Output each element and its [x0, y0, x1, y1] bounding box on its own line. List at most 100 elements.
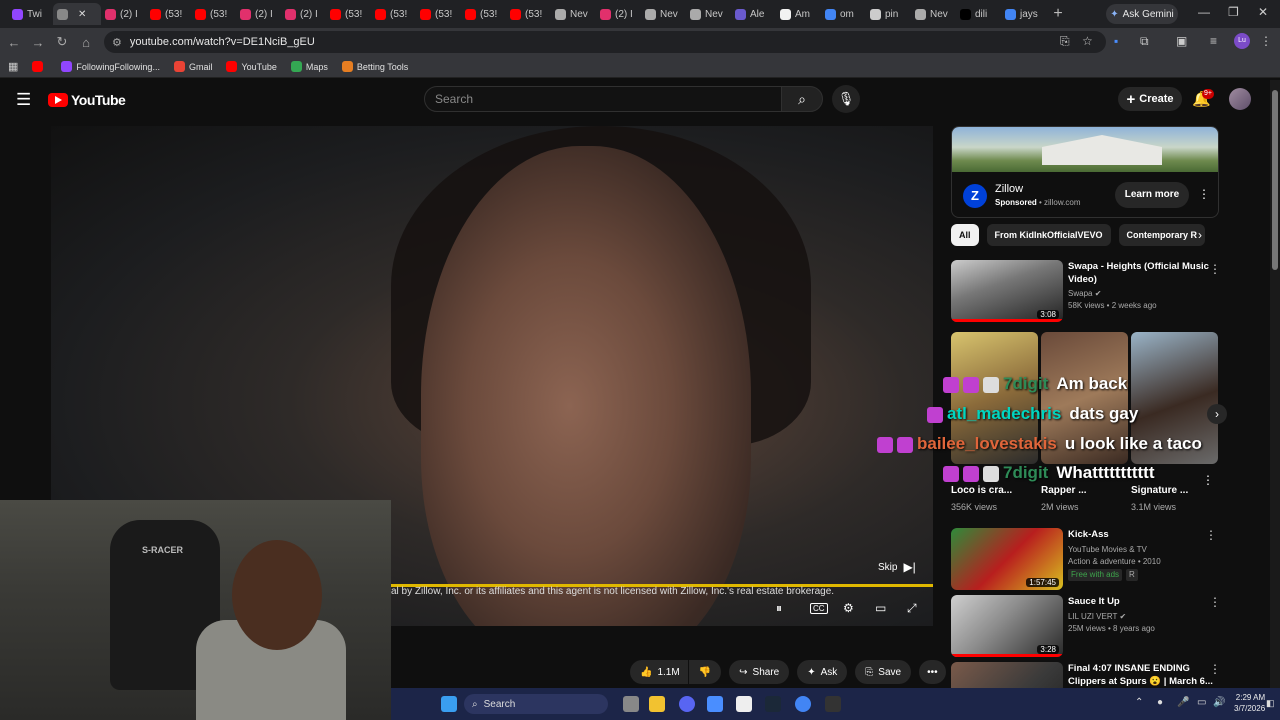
- short-title-1[interactable]: Rapper ...: [1041, 485, 1087, 496]
- share-button[interactable]: ↪ Share: [729, 660, 790, 684]
- browser-tab[interactable]: Ale: [731, 3, 776, 25]
- learn-more-button[interactable]: Learn more: [1115, 182, 1189, 208]
- media-controls-icon[interactable]: ≡: [1210, 34, 1217, 48]
- discord-icon[interactable]: [679, 696, 695, 712]
- steam-icon[interactable]: [765, 696, 781, 712]
- site-info-icon[interactable]: ⚙: [112, 36, 122, 49]
- browser-tab[interactable]: (53!: [191, 3, 236, 25]
- browser-tab[interactable]: pin: [866, 3, 911, 25]
- home-icon[interactable]: ⌂: [74, 35, 98, 50]
- browser-tab[interactable]: (2) I: [281, 3, 326, 25]
- browser-tab[interactable]: (2) I: [596, 3, 641, 25]
- more-actions-button[interactable]: •••: [919, 660, 946, 684]
- tray-app-icon[interactable]: ●: [1157, 697, 1163, 708]
- chrome-icon[interactable]: [795, 696, 811, 712]
- voice-search-button[interactable]: 🎙: [832, 85, 860, 113]
- rec-menu-icon[interactable]: ⋮: [1209, 262, 1221, 276]
- fullscreen-icon[interactable]: ⤢: [907, 601, 917, 616]
- maximize-icon[interactable]: ❐: [1228, 5, 1239, 19]
- bookmark-star-icon[interactable]: ☆: [1082, 34, 1093, 48]
- volume-icon[interactable]: 🔊: [1213, 697, 1225, 708]
- rec-title[interactable]: Swapa - Heights (Official Music Video): [1068, 260, 1216, 286]
- browser-tab[interactable]: (53!: [461, 3, 506, 25]
- rec-channel[interactable]: YouTube Movies & TV: [1068, 544, 1147, 556]
- rec-menu-icon[interactable]: ⋮: [1205, 528, 1217, 542]
- profile-avatar[interactable]: Lu: [1234, 33, 1250, 49]
- hamburger-menu-icon[interactable]: ☰: [16, 90, 31, 110]
- sponsored-ad-card[interactable]: Z Zillow Sponsored • zillow.com Learn mo…: [951, 126, 1219, 218]
- rec-menu-icon[interactable]: ⋮: [1209, 595, 1221, 609]
- bookmark-item[interactable]: Betting Tools: [341, 61, 408, 72]
- rec-item-swapa[interactable]: 3:08 Swapa - Heights (Official Music Vid…: [951, 260, 1251, 322]
- browser-tab[interactable]: (53!: [371, 3, 416, 25]
- rec-thumbnail[interactable]: 1:57:45: [951, 528, 1063, 590]
- rec-channel[interactable]: Swapa ✔: [1068, 288, 1101, 300]
- rec-channel[interactable]: LIL UZI VERT ✔: [1068, 611, 1126, 623]
- minimize-icon[interactable]: —: [1198, 5, 1210, 19]
- cast-icon[interactable]: ⎘: [1060, 34, 1070, 49]
- search-button[interactable]: ⌕: [781, 86, 823, 112]
- extensions-puzzle-icon[interactable]: ⧉: [1140, 34, 1149, 49]
- theater-mode-icon[interactable]: ▭: [875, 601, 886, 615]
- new-tab-icon[interactable]: +: [1046, 5, 1070, 23]
- microphone-tray-icon[interactable]: 🎤: [1177, 697, 1189, 708]
- reload-icon[interactable]: ↻: [50, 34, 74, 50]
- rec-thumbnail[interactable]: 3:08: [951, 260, 1063, 322]
- closed-captions-icon[interactable]: CC: [810, 603, 828, 614]
- tray-overflow-icon[interactable]: ⌃: [1135, 697, 1143, 708]
- chips-next-icon[interactable]: ›: [1198, 228, 1202, 242]
- close-window-icon[interactable]: ✕: [1258, 5, 1268, 19]
- browser-tab[interactable]: (2) I: [236, 3, 281, 25]
- rec-menu-icon[interactable]: ⋮: [1209, 662, 1221, 676]
- create-button[interactable]: + Create: [1118, 87, 1182, 111]
- taskbar-app-icon[interactable]: [707, 696, 723, 712]
- filter-chip[interactable]: All: [951, 224, 979, 246]
- filter-chip[interactable]: From KidInkOfficialVEVO: [986, 224, 1111, 246]
- apps-grid-icon[interactable]: ▦: [8, 60, 18, 73]
- file-explorer-icon[interactable]: [649, 696, 665, 712]
- back-icon[interactable]: ←: [2, 35, 26, 50]
- browser-tab[interactable]: Nev: [551, 3, 596, 25]
- browser-tab[interactable]: dili: [956, 3, 1001, 25]
- ask-gemini-button[interactable]: ✦ Ask Gemini: [1106, 4, 1178, 24]
- settings-gear-icon[interactable]: ⚙: [843, 601, 854, 615]
- skip-ad-button[interactable]: Skip ▶|: [878, 560, 916, 574]
- browser-tab[interactable]: Am: [776, 3, 821, 25]
- rec-title[interactable]: Final 4:07 INSANE ENDING Clippers at Spu…: [1068, 662, 1216, 688]
- browser-tab[interactable]: Twi: [8, 3, 53, 25]
- tab-close-icon[interactable]: ✕: [78, 9, 86, 20]
- rec-thumbnail[interactable]: [951, 662, 1063, 688]
- pause-icon[interactable]: ⏸: [776, 601, 782, 616]
- url-field[interactable]: ⚙ youtube.com/watch?v=DE1NciB_gEU: [104, 31, 1106, 53]
- rec-title[interactable]: Kick-Ass: [1068, 528, 1216, 541]
- ad-menu-icon[interactable]: ⋮: [1198, 187, 1210, 201]
- browser-tab[interactable]: jays: [1001, 3, 1046, 25]
- side-panel-icon[interactable]: ▣: [1176, 34, 1187, 48]
- ask-button[interactable]: ✦ Ask: [797, 660, 848, 684]
- rec-thumbnail[interactable]: 3:28: [951, 595, 1063, 657]
- like-button[interactable]: 👍 1.1M: [630, 660, 688, 684]
- browser-tab[interactable]: (2) I: [101, 3, 146, 25]
- shorts-next-icon[interactable]: ›: [1207, 404, 1227, 424]
- browser-tab[interactable]: (53!: [326, 3, 371, 25]
- dislike-button[interactable]: 👎: [688, 660, 722, 684]
- network-icon[interactable]: ▭: [1197, 697, 1206, 708]
- scrollbar-thumb[interactable]: [1272, 90, 1278, 270]
- epic-games-icon[interactable]: [825, 696, 841, 712]
- store-icon[interactable]: [736, 696, 752, 712]
- page-scrollbar[interactable]: [1270, 80, 1280, 688]
- browser-tab[interactable]: ✕: [53, 3, 101, 25]
- ad-image[interactable]: [952, 127, 1218, 172]
- task-view-icon[interactable]: [623, 696, 639, 712]
- youtube-logo[interactable]: YouTube: [48, 92, 126, 108]
- system-clock[interactable]: 2:29 AM 3/7/2026: [1234, 692, 1265, 714]
- save-button[interactable]: ⎘ Save: [855, 660, 912, 684]
- forward-icon[interactable]: →: [26, 35, 50, 50]
- browser-tab[interactable]: om: [821, 3, 866, 25]
- short-title-0[interactable]: Loco is cra...: [951, 485, 1012, 496]
- bookmark-item[interactable]: Maps: [290, 61, 328, 72]
- rec-title[interactable]: Sauce It Up: [1068, 595, 1216, 608]
- browser-menu-icon[interactable]: ⋮: [1260, 34, 1272, 48]
- filter-chip[interactable]: Contemporary R: [1118, 224, 1206, 246]
- browser-tab[interactable]: Nev: [641, 3, 686, 25]
